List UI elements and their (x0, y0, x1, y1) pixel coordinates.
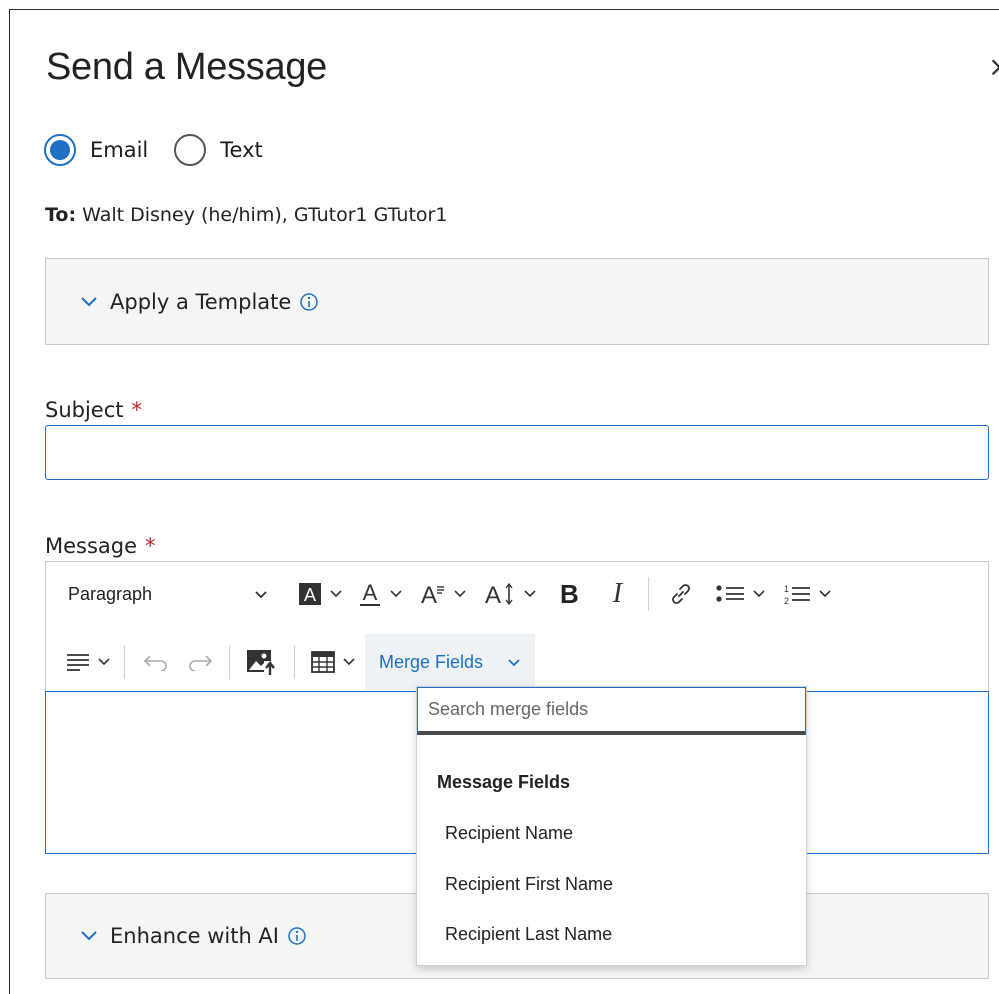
text-radio-label[interactable]: Text (220, 138, 262, 162)
align-left-icon (67, 654, 89, 671)
subject-label-text: Subject (45, 398, 124, 422)
redo-button[interactable] (187, 653, 213, 671)
numbered-list-button[interactable]: 12 (781, 582, 831, 606)
insert-table-button[interactable] (311, 651, 355, 673)
font-size-icon: A (485, 582, 513, 607)
bulleted-list-icon (716, 585, 745, 602)
font-family-button[interactable]: A (418, 581, 466, 607)
message-label-text: Message (45, 534, 138, 558)
merge-fields-button[interactable]: Merge Fields (365, 634, 536, 690)
font-size-button[interactable]: A (482, 581, 536, 607)
merge-fields-label: Merge Fields (379, 651, 484, 672)
close-icon[interactable]: × (988, 50, 999, 83)
chevron-down-icon (255, 590, 267, 598)
svg-text:1: 1 (784, 584, 789, 594)
message-fields-heading: Message Fields (437, 772, 571, 792)
merge-field-recipient-name[interactable]: Recipient Name (445, 823, 573, 844)
dialog-title: Send a Message (46, 46, 327, 88)
svg-text:A: A (485, 582, 501, 607)
editor-toolbar-row-2: Merge Fields (46, 632, 536, 692)
undo-icon (143, 655, 167, 671)
undo-button[interactable] (143, 653, 169, 671)
recipients-line: To: Walt Disney (he/him), GTutor1 GTutor… (45, 204, 447, 226)
apply-template-accordion[interactable]: Apply a Template (45, 258, 989, 345)
italic-button[interactable]: I (613, 578, 622, 610)
subject-label: Subject * (45, 398, 142, 422)
recipient-names: Walt Disney (he/him), GTutor1 GTutor1 (82, 204, 448, 226)
align-button[interactable] (66, 652, 110, 672)
subject-input[interactable] (45, 425, 989, 480)
table-icon (311, 651, 335, 673)
svg-text:A: A (421, 582, 437, 607)
link-button[interactable] (669, 582, 693, 606)
merge-field-recipient-last-name[interactable]: Recipient Last Name (445, 924, 612, 945)
highlight-color-icon: A (299, 583, 321, 605)
font-color-icon: A (360, 581, 380, 606)
svg-text:2: 2 (784, 596, 789, 606)
redo-icon (189, 655, 213, 671)
svg-text:A: A (304, 585, 316, 605)
editor-toolbar-row-1: Paragraph A A A A B I 1 2 (46, 564, 831, 624)
text-radio[interactable] (174, 134, 207, 166)
email-radio-label[interactable]: Email (90, 138, 148, 162)
paragraph-style-label: Paragraph (68, 583, 153, 604)
bulleted-list-button[interactable] (715, 583, 765, 605)
chevron-down-icon (80, 930, 98, 942)
toolbar-divider (229, 645, 230, 679)
bold-button[interactable]: B (560, 579, 579, 610)
merge-field-recipient-first-name[interactable]: Recipient First Name (445, 874, 613, 895)
paragraph-style-select[interactable]: Paragraph (68, 584, 268, 605)
send-message-dialog: Send a Message × Email Text To: Walt Dis… (9, 9, 999, 994)
font-family-icon: A (421, 582, 444, 607)
toolbar-divider (124, 645, 125, 679)
required-marker: * (131, 398, 143, 422)
insert-image-icon (247, 650, 277, 676)
delivery-options: Email Text (44, 134, 289, 166)
merge-fields-search-input[interactable]: Search merge fields (417, 687, 806, 735)
insert-image-button[interactable] (246, 647, 278, 677)
info-icon[interactable] (287, 926, 307, 946)
font-color-button[interactable]: A (358, 581, 402, 607)
to-prefix: To: (45, 204, 77, 226)
apply-template-label: Apply a Template (110, 289, 292, 314)
svg-text:A: A (363, 581, 378, 605)
merge-fields-dropdown: Search merge fields Message Fields Recip… (416, 686, 807, 966)
highlight-color-button[interactable]: A (298, 582, 342, 606)
chevron-down-icon (508, 658, 520, 666)
numbered-list-icon: 12 (784, 584, 811, 606)
search-placeholder: Search merge fields (428, 699, 589, 719)
toolbar-divider (648, 577, 650, 611)
enhance-ai-label: Enhance with AI (110, 924, 279, 948)
message-label: Message * (45, 534, 156, 558)
required-marker: * (145, 534, 156, 558)
info-icon[interactable] (299, 292, 319, 312)
toolbar-divider (294, 645, 295, 679)
email-radio[interactable] (44, 134, 76, 166)
link-icon (672, 584, 691, 604)
chevron-down-icon (80, 296, 98, 308)
